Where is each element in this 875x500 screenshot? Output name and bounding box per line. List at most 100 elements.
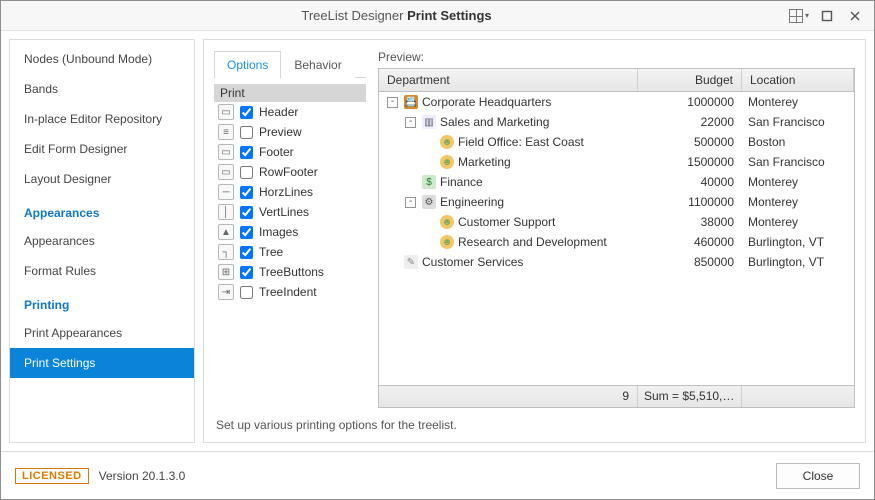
option-treebuttons[interactable]: ⊞ TreeButtons xyxy=(214,262,366,282)
option-icon: ≡ xyxy=(218,124,234,140)
close-window-button[interactable] xyxy=(842,5,868,27)
col-header-budget[interactable]: Budget xyxy=(638,69,742,91)
tab-options[interactable]: Options xyxy=(214,51,281,78)
tree-expander[interactable]: - xyxy=(405,197,416,208)
cell-department: ☻Marketing xyxy=(379,155,638,169)
col-header-location[interactable]: Location xyxy=(742,69,854,91)
option-label: TreeButtons xyxy=(259,265,324,279)
option-tree[interactable]: ┐Tree xyxy=(214,242,366,262)
option-preview[interactable]: ≡ Preview xyxy=(214,122,366,142)
footer: LICENSED Version 20.1.3.0 Close xyxy=(1,451,874,499)
option-icon: ▭ xyxy=(218,164,234,180)
cell-location: Monterey xyxy=(742,95,854,109)
cell-department: ☻Customer Support xyxy=(379,215,638,229)
option-rowfooter[interactable]: ▭ RowFooter xyxy=(214,162,366,182)
dep-label: Marketing xyxy=(458,155,511,169)
table-row[interactable]: ☻Research and Development460000Burlingto… xyxy=(379,232,854,252)
sidebar-item-appearances[interactable]: Appearances xyxy=(10,226,194,256)
option-checkbox[interactable] xyxy=(240,166,253,179)
tools-icon: ✎ xyxy=(404,255,418,269)
close-button[interactable]: Close xyxy=(776,463,860,489)
option-checkbox[interactable] xyxy=(240,106,253,119)
content-panel: Options Behavior Print ▭Header ≡ Preview ▭F… xyxy=(203,39,866,443)
grid-body: -📇Corporate Headquarters1000000Monterey-… xyxy=(379,92,854,385)
cell-budget: 850000 xyxy=(638,255,742,269)
maximize-button[interactable] xyxy=(814,5,840,27)
sidebar-item-bands[interactable]: Bands xyxy=(10,74,194,104)
sidebar-item-editor[interactable]: In-place Editor Repository xyxy=(10,104,194,134)
tree-expander[interactable]: - xyxy=(405,117,416,128)
table-row[interactable]: ☻Field Office: East Coast500000Boston xyxy=(379,132,854,152)
option-checkbox[interactable] xyxy=(240,266,253,279)
dollar-icon: $ xyxy=(422,175,436,189)
cell-budget: 22000 xyxy=(638,115,742,129)
table-row[interactable]: -⚙Engineering1100000Monterey xyxy=(379,192,854,212)
preview-column: Preview: Department Budget Location -📇Co… xyxy=(378,50,855,408)
option-icon: ⊞ xyxy=(218,264,234,280)
dep-label: Sales and Marketing xyxy=(440,115,549,129)
sidebar: Nodes (Unbound Mode) Bands In-place Edit… xyxy=(9,39,195,443)
titlebar: TreeList Designer Print Settings ▾ xyxy=(1,1,874,31)
option-checkbox[interactable] xyxy=(240,186,253,199)
cell-budget: 1100000 xyxy=(638,195,742,209)
option-images[interactable]: ▲Images xyxy=(214,222,366,242)
cell-location: San Francisco xyxy=(742,115,854,129)
option-label: TreeIndent xyxy=(259,285,317,299)
sidebar-item-print-settings[interactable]: Print Settings xyxy=(10,348,194,378)
option-checkbox[interactable] xyxy=(240,206,253,219)
cell-budget: 40000 xyxy=(638,175,742,189)
option-checkbox[interactable] xyxy=(240,126,253,139)
option-label: RowFooter xyxy=(259,165,318,179)
chevron-down-icon: ▾ xyxy=(805,11,809,20)
option-horzlines[interactable]: ─HorzLines xyxy=(214,182,366,202)
cell-location: Monterey xyxy=(742,175,854,189)
option-checkbox[interactable] xyxy=(240,146,253,159)
close-icon xyxy=(849,10,861,22)
option-vertlines[interactable]: │VertLines xyxy=(214,202,366,222)
sidebar-item-editform[interactable]: Edit Form Designer xyxy=(10,134,194,164)
col-header-department[interactable]: Department xyxy=(379,69,638,91)
sidebar-item-layout[interactable]: Layout Designer xyxy=(10,164,194,194)
table-row[interactable]: ☻Customer Support38000Monterey xyxy=(379,212,854,232)
window-title: TreeList Designer Print Settings xyxy=(7,8,786,23)
sidebar-item-formatrules[interactable]: Format Rules xyxy=(10,256,194,286)
hint-text: Set up various printing options for the … xyxy=(214,418,855,432)
options-section-head: Print xyxy=(214,84,366,102)
option-header[interactable]: ▭Header xyxy=(214,102,366,122)
maximize-icon xyxy=(821,10,833,22)
cell-department: $Finance xyxy=(379,175,638,189)
cell-location: Monterey xyxy=(742,215,854,229)
tabstrip: Options Behavior xyxy=(214,50,366,78)
layout-grid-button[interactable]: ▾ xyxy=(786,5,812,27)
option-checkbox[interactable] xyxy=(240,246,253,259)
title-prefix: TreeList Designer xyxy=(301,8,403,23)
sidebar-item-nodes[interactable]: Nodes (Unbound Mode) xyxy=(10,44,194,74)
tab-behavior[interactable]: Behavior xyxy=(281,51,354,78)
table-row[interactable]: $Finance40000Monterey xyxy=(379,172,854,192)
cell-department: ☻Research and Development xyxy=(379,235,638,249)
option-icon: ▭ xyxy=(218,144,234,160)
sidebar-item-print-appearances[interactable]: Print Appearances xyxy=(10,318,194,348)
option-label: Preview xyxy=(259,125,302,139)
cell-department: -⚙Engineering xyxy=(379,195,638,209)
grid-header: Department Budget Location xyxy=(379,69,854,92)
cell-location: Monterey xyxy=(742,195,854,209)
cell-location: Burlington, VT xyxy=(742,235,854,249)
option-checkbox[interactable] xyxy=(240,226,253,239)
option-footer[interactable]: ▭Footer xyxy=(214,142,366,162)
body: Nodes (Unbound Mode) Bands In-place Edit… xyxy=(1,31,874,451)
tree-expander[interactable]: - xyxy=(387,97,398,108)
option-checkbox[interactable] xyxy=(240,286,253,299)
table-row[interactable]: ☻Marketing1500000San Francisco xyxy=(379,152,854,172)
grid-icon xyxy=(789,9,803,23)
option-icon: ▲ xyxy=(218,224,234,240)
licensed-badge: LICENSED xyxy=(15,468,89,484)
table-row[interactable]: ✎Customer Services850000Burlington, VT xyxy=(379,252,854,272)
cell-location: Boston xyxy=(742,135,854,149)
option-treeindent[interactable]: ⇥TreeIndent xyxy=(214,282,366,302)
options-list: ▭Header≡Preview▭Footer▭RowFooter─HorzLin… xyxy=(214,102,366,302)
option-label: Tree xyxy=(259,245,283,259)
preview-grid: Department Budget Location -📇Corporate H… xyxy=(378,68,855,408)
table-row[interactable]: -📇Corporate Headquarters1000000Monterey xyxy=(379,92,854,112)
table-row[interactable]: -▥Sales and Marketing22000San Francisco xyxy=(379,112,854,132)
